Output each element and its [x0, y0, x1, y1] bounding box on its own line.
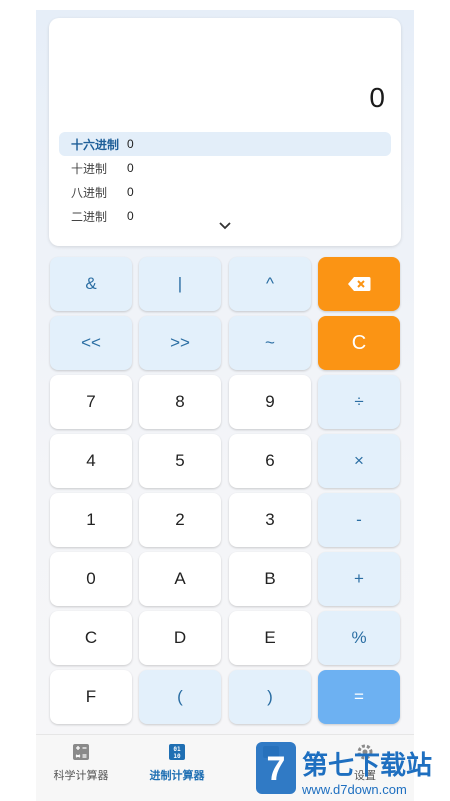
- backspace-icon: [348, 277, 371, 291]
- result-display: 0 十六进制 0 十进制 0 八进制 0 二进制 0: [49, 18, 401, 246]
- digit-d-button[interactable]: D: [139, 611, 221, 665]
- left-paren-button[interactable]: (: [139, 670, 221, 724]
- multiply-button[interactable]: ×: [318, 434, 400, 488]
- xor-button[interactable]: ^: [229, 257, 311, 311]
- and-button[interactable]: &: [50, 257, 132, 311]
- svg-text:10: 10: [173, 753, 181, 760]
- base-label: 十六进制: [71, 137, 120, 152]
- binary-icon: 01 10: [169, 744, 185, 760]
- digit-5-button[interactable]: 5: [139, 434, 221, 488]
- modulo-button[interactable]: %: [318, 611, 400, 665]
- add-button[interactable]: +: [318, 552, 400, 606]
- svg-text:www.d7down.com: www.d7down.com: [301, 782, 407, 797]
- calculator-icon: [73, 744, 89, 760]
- equals-button[interactable]: =: [318, 670, 400, 724]
- digit-4-button[interactable]: 4: [50, 434, 132, 488]
- clear-button[interactable]: C: [318, 316, 400, 370]
- digit-9-button[interactable]: 9: [229, 375, 311, 429]
- base-value: 0: [127, 209, 134, 223]
- shift-right-button[interactable]: >>: [139, 316, 221, 370]
- base-label: 二进制: [71, 209, 108, 224]
- digit-e-button[interactable]: E: [229, 611, 311, 665]
- digit-6-button[interactable]: 6: [229, 434, 311, 488]
- digit-3-button[interactable]: 3: [229, 493, 311, 547]
- digit-a-button[interactable]: A: [139, 552, 221, 606]
- right-paren-button[interactable]: ): [229, 670, 311, 724]
- nav-scientific-label: 科学计算器: [53, 770, 109, 782]
- base-value: 0: [127, 137, 134, 151]
- nav-scientific[interactable]: 科学计算器: [36, 743, 126, 783]
- nav-base-label: 进制计算器: [149, 770, 205, 782]
- base-row-dec[interactable]: 十进制 0: [59, 156, 391, 180]
- digit-c-button[interactable]: C: [50, 611, 132, 665]
- digit-f-button[interactable]: F: [50, 670, 132, 724]
- right-margin: [414, 0, 450, 800]
- nav-base[interactable]: 01 10 进制计算器: [132, 743, 222, 783]
- shift-left-button[interactable]: <<: [50, 316, 132, 370]
- watermark-logo: 7 第七下载站 www.d7down.com: [256, 742, 432, 797]
- base-label: 十进制: [71, 161, 108, 176]
- base-row-hex[interactable]: 十六进制 0: [59, 132, 391, 156]
- chevron-down-icon[interactable]: [217, 220, 233, 232]
- calculator-app: 0 十六进制 0 十进制 0 八进制 0 二进制 0 & | ^ << >> ~…: [36, 10, 414, 801]
- digit-b-button[interactable]: B: [229, 552, 311, 606]
- svg-text:第七下载站: 第七下载站: [302, 750, 432, 781]
- digit-0-button[interactable]: 0: [50, 552, 132, 606]
- digit-2-button[interactable]: 2: [139, 493, 221, 547]
- base-value: 0: [127, 185, 134, 199]
- not-button[interactable]: ~: [229, 316, 311, 370]
- or-button[interactable]: |: [139, 257, 221, 311]
- left-margin: [0, 0, 36, 800]
- main-result: 0: [369, 82, 385, 113]
- base-value: 0: [127, 161, 134, 175]
- subtract-button[interactable]: -: [318, 493, 400, 547]
- svg-text:7: 7: [267, 750, 286, 788]
- backspace-button[interactable]: [318, 257, 400, 311]
- base-row-oct[interactable]: 八进制 0: [59, 180, 391, 204]
- digit-8-button[interactable]: 8: [139, 375, 221, 429]
- digit-7-button[interactable]: 7: [50, 375, 132, 429]
- svg-text:01: 01: [173, 746, 181, 753]
- divide-button[interactable]: ÷: [318, 375, 400, 429]
- base-label: 八进制: [71, 185, 108, 200]
- digit-1-button[interactable]: 1: [50, 493, 132, 547]
